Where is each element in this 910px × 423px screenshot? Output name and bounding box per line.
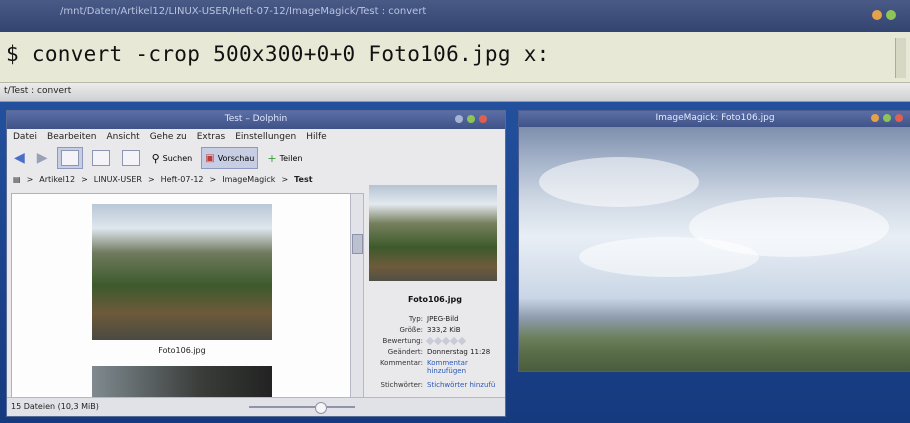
menu-datei[interactable]: Datei [13, 132, 37, 142]
icons-view-button[interactable] [56, 147, 83, 169]
info-filename: Foto106.jpg [408, 295, 462, 304]
information-panel: Foto106.jpg Typ: JPEG-Bild Größe: 333,2 … [367, 173, 503, 397]
root-icon[interactable]: ▤ [13, 175, 21, 184]
menu-ansicht[interactable]: Ansicht [106, 132, 139, 142]
info-tags-row: Stichwörter: Stichwörter hinzufü [367, 381, 503, 389]
dolphin-titlebar[interactable]: Test – Dolphin [7, 111, 505, 129]
info-rating-label: Bewertung: [382, 337, 423, 345]
details-view-icon [91, 150, 110, 166]
terminal-body[interactable]: $ convert -crop 500x300+0+0 Foto106.jpg … [0, 32, 910, 83]
info-type-value: JPEG-Bild [427, 315, 459, 323]
forward-arrow-icon: ▶ [36, 150, 48, 166]
info-type-label: Typ: [408, 315, 423, 323]
minimize-icon[interactable] [871, 114, 879, 122]
info-rating-row: Bewertung: [367, 336, 503, 346]
menu-extras[interactable]: Extras [197, 132, 225, 142]
terminal-titlebar[interactable]: /mnt/Daten/Artikel12/LINUX-USER/Heft-07-… [0, 0, 910, 32]
info-size-row: Größe: 333,2 KiB [367, 326, 503, 334]
crumb-linux-user[interactable]: LINUX-USER [94, 175, 142, 184]
columns-view-icon [121, 150, 140, 166]
crumb-artikel12[interactable]: Artikel12 [39, 175, 75, 184]
dolphin-window: Test – Dolphin Datei Bearbeiten Ansicht … [6, 110, 506, 417]
maximize-icon[interactable] [467, 115, 475, 123]
file-view[interactable]: Foto106.jpg [11, 193, 351, 399]
statusbar: 15 Dateien (10,3 MiB) [7, 397, 505, 416]
terminal-scrollbar[interactable] [895, 38, 906, 78]
preview-label: Vorschau [217, 153, 255, 163]
zoom-slider-handle[interactable] [315, 402, 327, 414]
info-changed-row: Geändert: Donnerstag 11:28 [367, 348, 503, 356]
back-arrow-icon: ◀ [14, 150, 25, 166]
preview-button[interactable]: ▣ Vorschau [201, 147, 259, 169]
dolphin-title: Test – Dolphin [224, 114, 288, 124]
minimize-icon[interactable] [872, 10, 882, 20]
info-comment-label: Kommentar: [379, 359, 423, 367]
info-type-row: Typ: JPEG-Bild [367, 315, 503, 323]
add-comment-link[interactable]: Kommentar hinzufügen [427, 359, 497, 375]
rating-stars[interactable] [425, 336, 467, 346]
icons-view-icon [60, 150, 79, 166]
imagemagick-window: ImageMagick: Foto106.jpg [518, 110, 910, 372]
terminal-command: $ convert -crop 500x300+0+0 Foto106.jpg … [6, 42, 550, 66]
preview-image [369, 185, 497, 281]
preview-icon: ▣ [205, 152, 215, 164]
crumb-sep: > [281, 174, 289, 184]
cloud-shape [539, 157, 699, 207]
crumb-imagemagick[interactable]: ImageMagick [222, 175, 275, 184]
info-size-label: Größe: [399, 326, 423, 334]
close-icon[interactable] [895, 114, 903, 122]
star-icon[interactable] [457, 336, 467, 346]
columns-view-button[interactable] [119, 148, 143, 168]
menubar: Datei Bearbeiten Ansicht Gehe zu Extras … [7, 129, 505, 145]
info-changed-label: Geändert: [387, 348, 423, 356]
file-name[interactable]: Foto106.jpg [92, 346, 272, 355]
cloud-shape [579, 237, 759, 277]
file-thumbnail[interactable] [92, 366, 272, 398]
menu-gehe-zu[interactable]: Gehe zu [150, 132, 187, 142]
info-comment-row: Kommentar: Kommentar hinzufügen [367, 359, 503, 375]
file-thumbnail[interactable] [92, 204, 272, 340]
split-button[interactable]: + Teilen [264, 148, 305, 168]
crumb-sep: > [209, 174, 217, 184]
file-view-scrollbar[interactable] [350, 193, 364, 399]
crumb-heft[interactable]: Heft-07-12 [161, 175, 204, 184]
cropped-image[interactable] [519, 127, 910, 371]
imagemagick-title: ImageMagick: Foto106.jpg [655, 113, 775, 123]
info-tags-label: Stichwörter: [380, 381, 423, 389]
menu-bearbeiten[interactable]: Bearbeiten [47, 132, 96, 142]
info-changed-value: Donnerstag 11:28 [427, 348, 491, 356]
crumb-test[interactable]: Test [294, 175, 312, 184]
add-tags-link[interactable]: Stichwörter hinzufü [427, 381, 495, 389]
menu-hilfe[interactable]: Hilfe [306, 132, 326, 142]
split-icon: + [267, 151, 277, 165]
maximize-icon[interactable] [886, 10, 896, 20]
status-text: 15 Dateien (10,3 MiB) [11, 402, 99, 411]
info-size-value: 333,2 KiB [427, 326, 461, 334]
zoom-slider[interactable] [249, 402, 355, 414]
close-icon[interactable] [479, 115, 487, 123]
terminal-tab[interactable]: t/Test : convert [4, 86, 71, 96]
forward-button[interactable]: ▶ [34, 148, 51, 168]
terminal-title: /mnt/Daten/Artikel12/LINUX-USER/Heft-07-… [60, 6, 427, 17]
search-button[interactable]: ⚲ Suchen [149, 148, 196, 168]
imagemagick-titlebar[interactable]: ImageMagick: Foto106.jpg [519, 111, 910, 127]
search-label: Suchen [162, 153, 193, 163]
crumb-sep: > [147, 174, 155, 184]
crumb-sep: > [26, 174, 34, 184]
menu-einstellungen[interactable]: Einstellungen [235, 132, 296, 142]
split-label: Teilen [279, 153, 303, 163]
maximize-icon[interactable] [883, 114, 891, 122]
back-button[interactable]: ◀ [11, 148, 28, 168]
terminal-tabbar: t/Test : convert [0, 83, 910, 102]
minimize-icon[interactable] [455, 115, 463, 123]
binoculars-icon: ⚲ [151, 151, 160, 165]
details-view-button[interactable] [89, 148, 113, 168]
toolbar: ◀ ▶ ⚲ Suchen ▣ Vorschau + Teilen [7, 145, 505, 171]
scrollbar-thumb[interactable] [352, 234, 363, 254]
crumb-sep: > [81, 174, 88, 184]
